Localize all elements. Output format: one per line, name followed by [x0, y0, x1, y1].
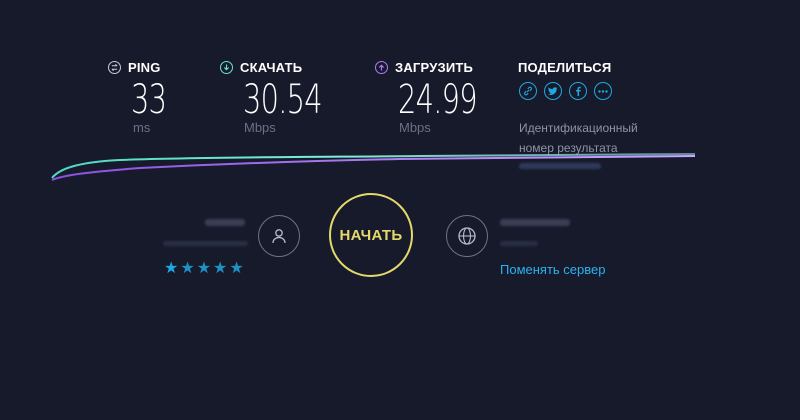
provider-rating[interactable]: ★ ★ ★ ★ ★: [164, 258, 246, 278]
provider-name-blurred: [205, 219, 245, 226]
user-icon: [272, 229, 286, 244]
star-icon[interactable]: ★: [164, 258, 178, 278]
star-icon[interactable]: ★: [197, 258, 211, 278]
star-icon[interactable]: ★: [229, 258, 243, 278]
provider-button[interactable]: [258, 215, 300, 257]
change-server-link[interactable]: Поменять сервер: [500, 262, 605, 277]
globe-icon: [458, 227, 476, 245]
star-icon[interactable]: ★: [213, 258, 227, 278]
server-name-blurred: [500, 219, 570, 226]
provider-ip-blurred: [163, 241, 248, 246]
start-button[interactable]: НАЧАТЬ: [329, 193, 413, 277]
server-location-blurred: [500, 241, 538, 246]
server-button[interactable]: [446, 215, 488, 257]
star-icon[interactable]: ★: [180, 258, 194, 278]
